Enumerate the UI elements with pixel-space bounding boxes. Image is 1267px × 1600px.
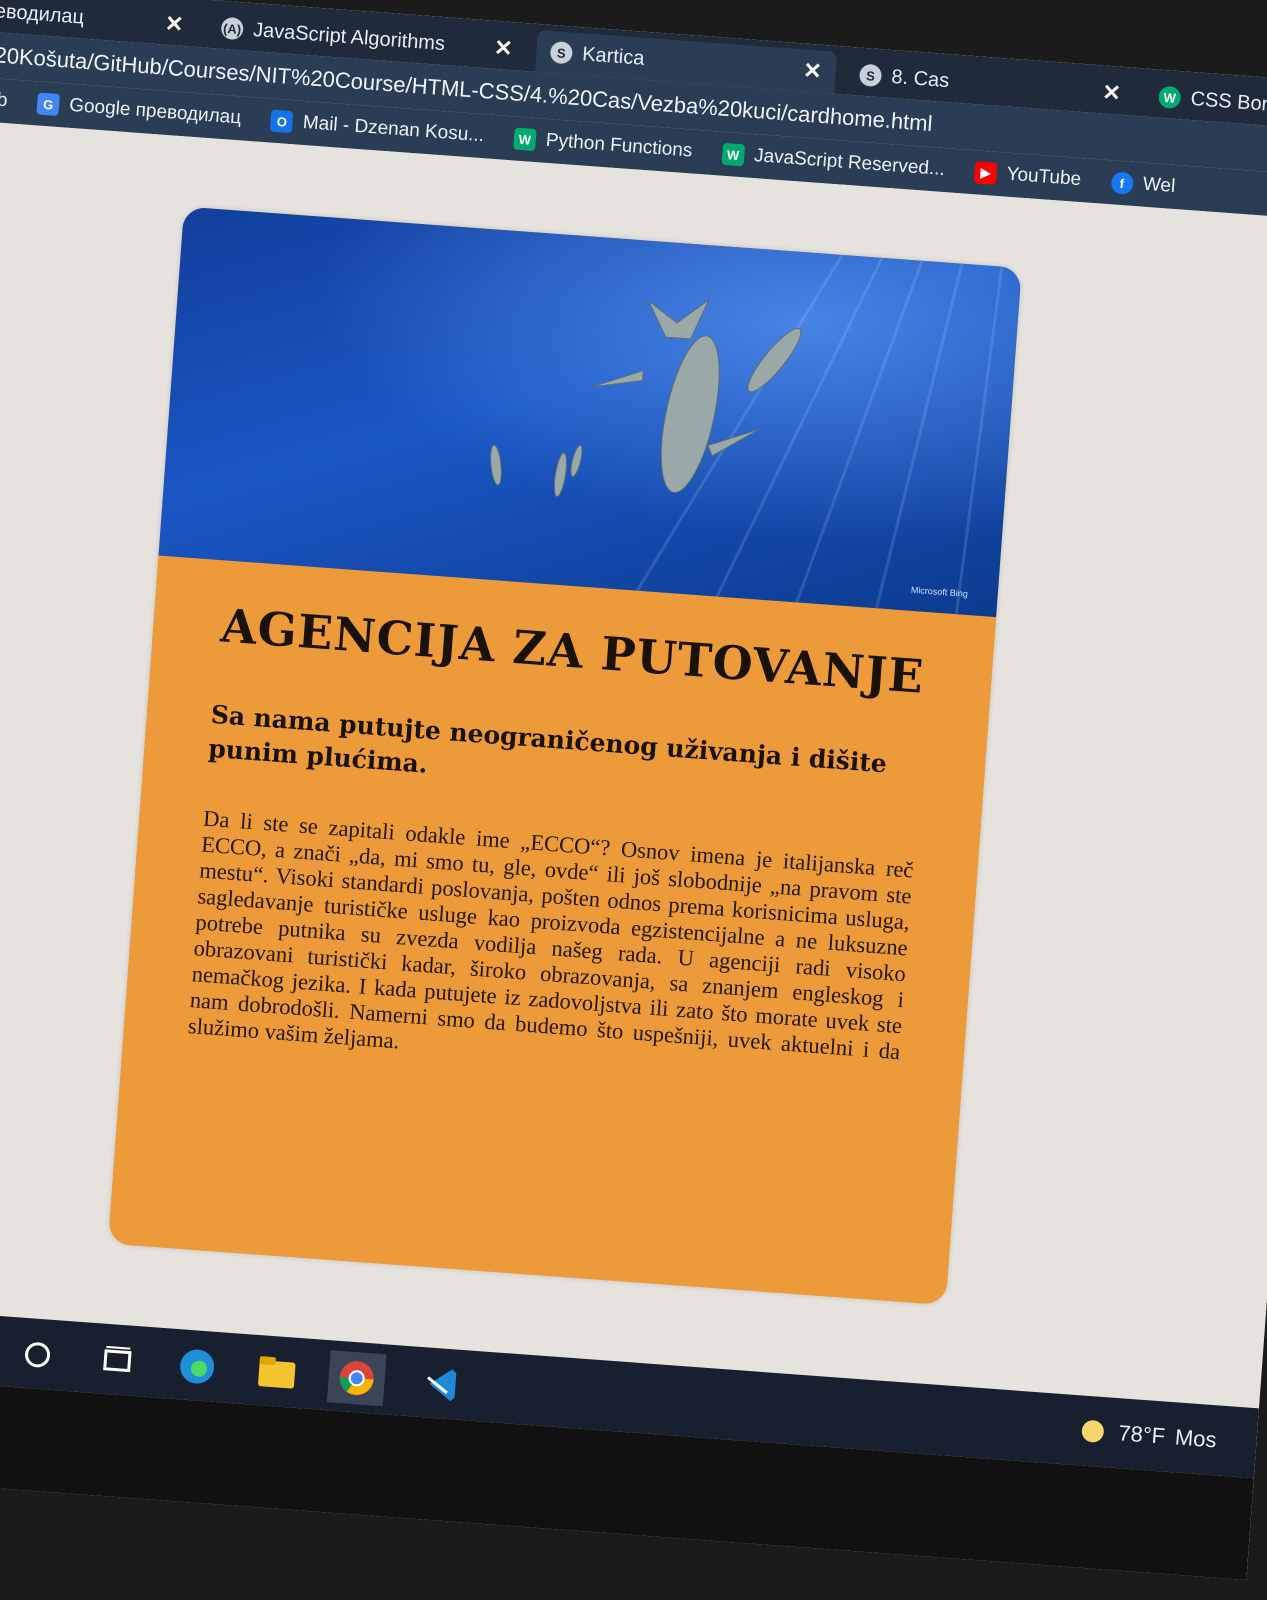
bookmark-label: Google преводилац: [68, 94, 242, 129]
close-icon[interactable]: ✕: [164, 11, 184, 38]
outlook-icon: O: [270, 109, 294, 134]
youtube-icon: ▶: [973, 161, 998, 185]
chrome-browser-icon[interactable]: [326, 1350, 387, 1407]
bookmark-youtube[interactable]: ▶ YouTube: [973, 161, 1082, 191]
whales-illustration: [490, 254, 1004, 615]
bookmark-label: Mail - Dzenan Kosu...: [302, 111, 485, 147]
tab-label: 8. Cas: [890, 65, 950, 92]
bookmark-label: Wel: [1142, 173, 1176, 197]
bookmark-google-translate[interactable]: G Google преводилац: [36, 92, 242, 129]
tab-label: CSS Bord: [1189, 87, 1267, 116]
w3schools-icon: W: [721, 142, 745, 167]
card-description: Da li ste se zapitali odakle ime „ECCO“?…: [187, 805, 915, 1065]
bookmark-label: YouTube: [1005, 163, 1082, 191]
search-icon[interactable]: [8, 1327, 68, 1383]
bookmark-label: Python Functions: [545, 129, 694, 162]
google-translate-icon: G: [36, 92, 61, 117]
bookmark-label: ub: [0, 88, 9, 112]
bookmark-label: JavaScript Reserved...: [753, 145, 946, 181]
bookmark-mail[interactable]: O Mail - Dzenan Kosu...: [270, 109, 485, 148]
weather-extra: Mos: [1174, 1424, 1218, 1453]
bookmark-javascript-reserved[interactable]: W JavaScript Reserved...: [721, 142, 946, 181]
travel-card: Microsoft Bing AGENCIJA ZA PUTOVANJE Sa …: [107, 206, 1022, 1306]
close-icon[interactable]: ✕: [802, 58, 822, 85]
task-view-icon[interactable]: [88, 1333, 148, 1389]
monitor-screen: ie преводилац ✕ (A) JavaScript Algorithm…: [0, 0, 1267, 1580]
bookmark-python-functions[interactable]: W Python Functions: [513, 127, 693, 162]
w3schools-icon: W: [1157, 85, 1182, 110]
bookmark-github[interactable]: ub: [0, 89, 8, 112]
close-icon[interactable]: ✕: [493, 35, 513, 62]
card-title: AGENCIJA ZA PUTOVANJE: [219, 598, 926, 704]
weather-temp: 78°F: [1117, 1420, 1166, 1449]
card-image-whales: Microsoft Bing: [158, 206, 1022, 618]
freecodecamp-icon: (A): [220, 16, 245, 41]
vscode-icon[interactable]: [412, 1357, 472, 1413]
file-explorer-icon[interactable]: [247, 1344, 307, 1400]
w3schools-icon: W: [513, 127, 537, 152]
tab-label: ie преводилац: [0, 0, 85, 29]
tab-label: JavaScript Algorithms: [252, 18, 446, 55]
edge-browser-icon[interactable]: [167, 1339, 227, 1395]
card-subtitle: Sa nama putujte neograničenog uživanja i…: [207, 699, 888, 779]
page-viewport: Microsoft Bing AGENCIJA ZA PUTOVANJE Sa …: [0, 117, 1267, 1409]
tab-site-icon: S: [858, 63, 883, 88]
whale-shape: [660, 335, 720, 493]
bookmark-facebook[interactable]: f Wel: [1110, 171, 1176, 198]
weather-widget[interactable]: 78°F Mos: [1077, 1415, 1217, 1455]
tab-site-icon: S: [549, 40, 574, 65]
facebook-icon: f: [1110, 171, 1134, 195]
weather-cloud-icon: [1081, 1420, 1104, 1443]
tab-label: Kartica: [581, 42, 646, 70]
close-icon[interactable]: ✕: [1101, 79, 1122, 106]
